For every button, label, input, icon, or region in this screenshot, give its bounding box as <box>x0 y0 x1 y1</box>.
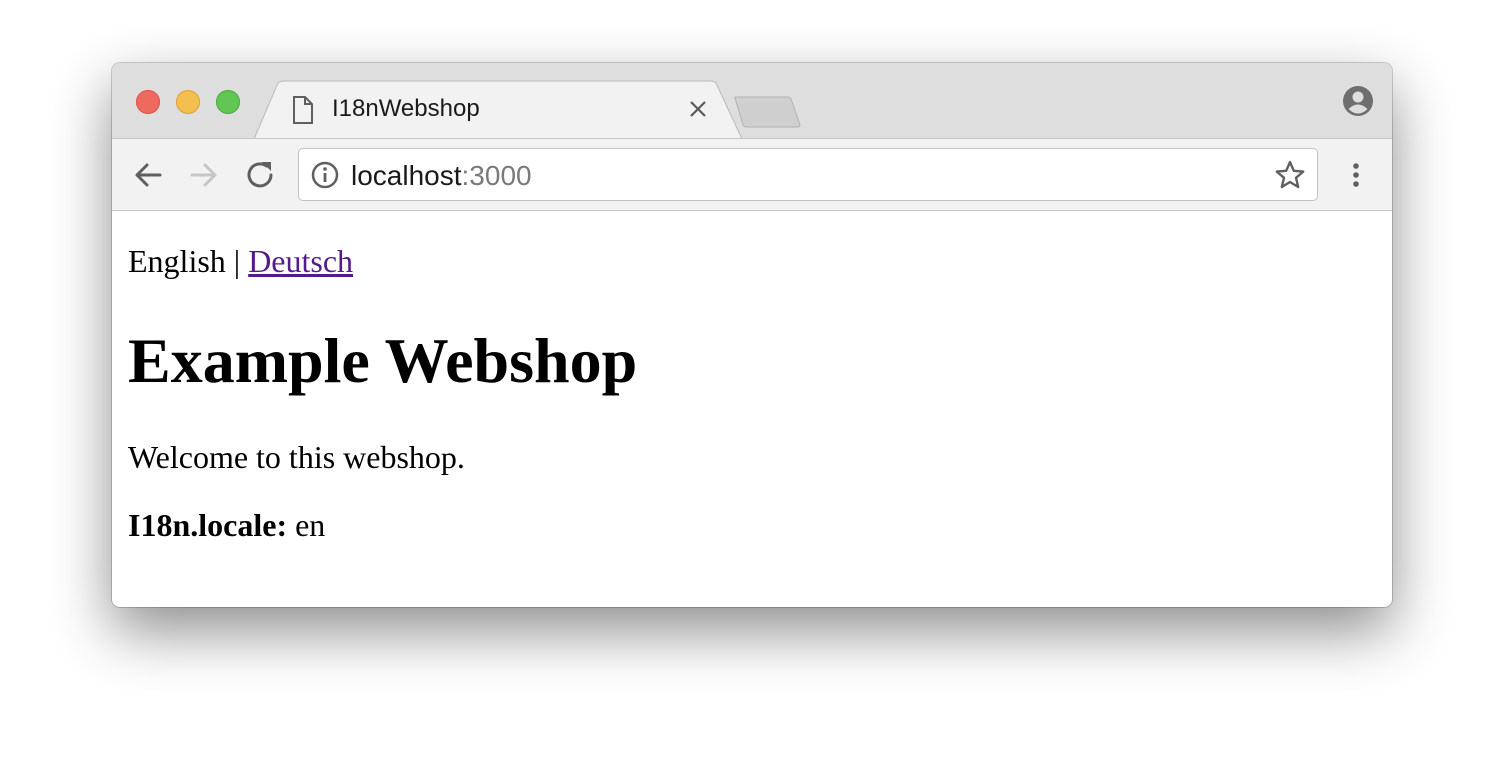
language-switcher: English | Deutsch <box>128 241 353 281</box>
language-separator: | <box>225 243 249 279</box>
welcome-text: Welcome to this webshop. <box>128 439 465 475</box>
language-link-deutsch[interactable]: Deutsch <box>248 243 353 279</box>
url-text[interactable]: localhost:3000 <box>351 161 532 191</box>
info-icon[interactable] <box>311 161 339 194</box>
star-icon[interactable] <box>1275 160 1305 195</box>
locale-line: I18n.locale: en <box>128 505 325 545</box>
url-port: :3000 <box>461 160 532 191</box>
language-current: English <box>128 243 226 279</box>
browser-toolbar: localhost:3000 <box>112 138 1392 211</box>
profile-icon[interactable] <box>1342 85 1374 122</box>
reload-icon[interactable] <box>244 159 276 191</box>
page-icon <box>292 96 314 129</box>
browser-window: I18nWebshop localhost:3000 English | Deu… <box>112 63 1392 607</box>
url-host: localhost <box>351 160 462 191</box>
close-icon[interactable] <box>686 97 710 121</box>
locale-label: I18n.locale: <box>128 507 288 543</box>
page-title: Example Webshop <box>128 325 638 396</box>
forward-arrow-icon[interactable] <box>188 159 220 191</box>
tab-title: I18nWebshop <box>332 95 480 122</box>
title-bar: I18nWebshop <box>112 63 1392 139</box>
page-content: English | Deutsch Example Webshop Welcom… <box>112 211 1392 607</box>
kebab-menu-icon[interactable] <box>1340 159 1372 191</box>
address-bar[interactable]: localhost:3000 <box>298 148 1318 201</box>
new-tab-button[interactable] <box>732 95 802 129</box>
back-arrow-icon[interactable] <box>132 159 164 191</box>
locale-value: en <box>287 507 326 543</box>
